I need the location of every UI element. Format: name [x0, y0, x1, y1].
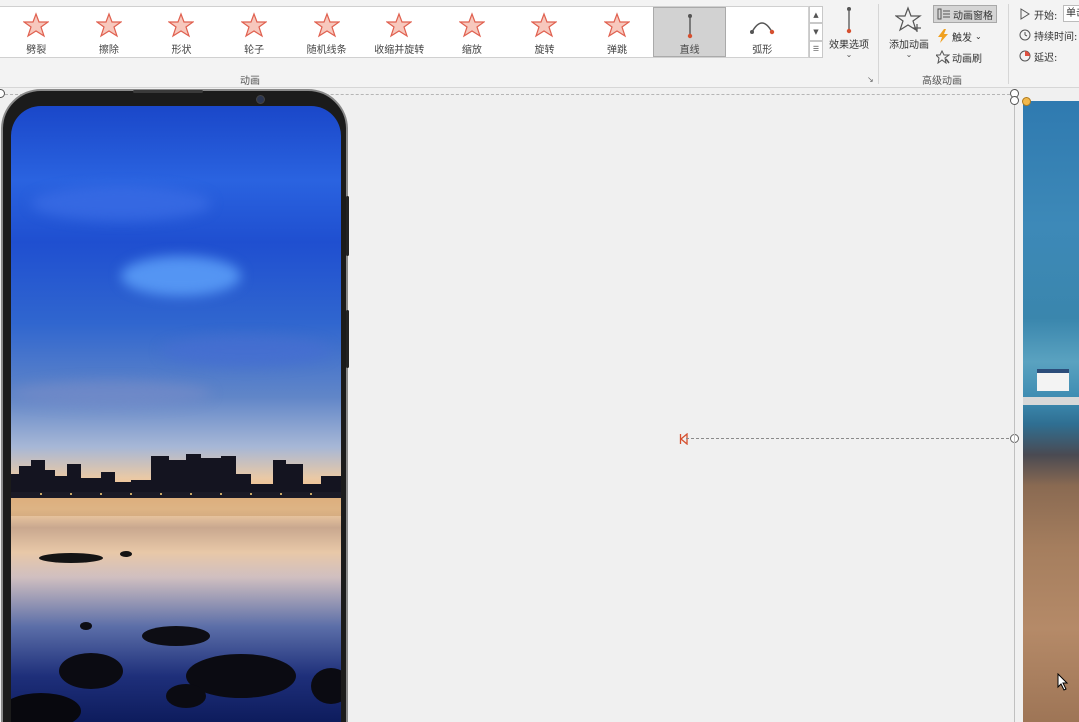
add-animation-star-icon: [895, 6, 922, 32]
chevron-down-icon: ⌄: [905, 50, 913, 59]
group-separator: [878, 4, 879, 84]
animation-painter-button[interactable]: 动画刷: [936, 48, 982, 66]
chevron-down-icon: ⌄: [975, 31, 982, 41]
gallery-scroll-down-button[interactable]: ▼: [809, 23, 823, 41]
animation-gallery-item-label: 旋转: [534, 45, 555, 56]
animation-gallery-item-label: 弹跳: [607, 45, 628, 56]
animation-gallery-item[interactable]: 直线: [653, 7, 726, 57]
mouse-cursor-icon: [1057, 673, 1069, 691]
phone-camera: [256, 95, 265, 104]
animation-gallery-item[interactable]: 弧形: [726, 7, 799, 57]
phone-image[interactable]: [1, 89, 348, 722]
animation-painter-icon: [936, 50, 950, 64]
phone-side-button: [346, 196, 349, 256]
motion-path-line[interactable]: [686, 438, 1014, 439]
beach-railing: [1023, 397, 1079, 405]
animation-gallery-item-label: 随机线条: [306, 45, 347, 56]
animation-gallery: 劈裂 擦除 形状 轮子 随机线条 收缩并旋转 缩放 旋转 弹跳 直线 弧形: [0, 6, 809, 58]
rotation-handle[interactable]: [1022, 97, 1031, 106]
chevron-down-icon: ⌄: [845, 50, 853, 59]
motion-path-start-marker-icon[interactable]: [679, 433, 688, 445]
split-star-icon: [22, 11, 50, 39]
gallery-scroll-up-button[interactable]: ▲: [809, 6, 823, 24]
add-animation-button[interactable]: 添加动画 ⌄: [885, 6, 933, 64]
animation-gallery-item[interactable]: 弹跳: [581, 7, 654, 57]
animation-gallery-item-label: 劈裂: [26, 45, 47, 56]
shape-star-icon: [167, 11, 195, 39]
trigger-label: 触发: [952, 32, 972, 44]
city-skyline: [11, 454, 341, 516]
start-label: 开始:: [1018, 5, 1057, 23]
beach-house: [1037, 369, 1069, 391]
bounce-star-icon: [603, 11, 631, 39]
wipe-star-icon: [95, 11, 123, 39]
arc-path-icon: [748, 11, 776, 39]
animation-gallery-item-label: 直线: [679, 45, 700, 56]
phone-speaker: [133, 90, 203, 93]
animation-gallery-item[interactable]: 擦除: [73, 7, 146, 57]
phone-screen-wallpaper: [11, 106, 341, 722]
animation-gallery-item-label: 收缩并旋转: [374, 45, 425, 56]
animation-gallery-item-label: 轮子: [244, 45, 265, 56]
random-bars-star-icon: [313, 11, 341, 39]
animation-gallery-item[interactable]: 旋转: [508, 7, 581, 57]
resize-handle[interactable]: [1010, 96, 1019, 105]
animations-ribbon: 劈裂 擦除 形状 轮子 随机线条 收缩并旋转 缩放 旋转 弹跳 直线 弧形 ▲ ▼ ☰ 动画 ↘ 效…: [0, 0, 1079, 88]
animation-gallery-item[interactable]: 随机线条: [290, 7, 363, 57]
shrink-turn-star-icon: [385, 11, 413, 39]
animation-group-label: 动画: [240, 76, 260, 87]
animation-gallery-item[interactable]: 劈裂: [0, 7, 73, 57]
gallery-more-button[interactable]: ☰: [809, 40, 823, 58]
lightning-icon: [936, 29, 950, 43]
animation-pane-label: 动画窗格: [953, 10, 993, 22]
add-animation-label: 添加动画: [889, 40, 929, 51]
trigger-button[interactable]: 触发 ⌄: [936, 27, 982, 45]
animation-gallery-item[interactable]: 形状: [145, 7, 218, 57]
animation-gallery-item-label: 缩放: [461, 45, 482, 56]
group-separator: [1008, 4, 1009, 84]
effect-options-icon: [846, 7, 852, 34]
clock-icon: [1018, 28, 1032, 42]
water-rocks: [11, 551, 341, 722]
zoom-star-icon: [458, 11, 486, 39]
animation-gallery-item[interactable]: 轮子: [218, 7, 291, 57]
effect-options-label: 效果选项: [829, 40, 869, 51]
slide-canvas[interactable]: [0, 88, 1079, 722]
delay-label: 延迟:: [1018, 47, 1057, 65]
play-icon: [1018, 7, 1032, 21]
animation-gallery-item-label: 弧形: [752, 45, 773, 56]
animation-gallery-item[interactable]: 缩放: [436, 7, 509, 57]
selection-edge: [1014, 94, 1015, 722]
animation-pane-button[interactable]: 动画窗格: [933, 5, 997, 23]
animation-dialog-launcher-icon[interactable]: ↘: [867, 75, 876, 84]
duration-label: 持续时间:: [1018, 26, 1077, 44]
animation-gallery-item[interactable]: 收缩并旋转: [363, 7, 436, 57]
gallery-scroll: ▲ ▼ ☰: [809, 6, 823, 58]
effect-options-button[interactable]: 效果选项 ⌄: [825, 6, 873, 66]
animation-gallery-item-label: 擦除: [98, 45, 119, 56]
resize-handle[interactable]: [0, 89, 5, 98]
animation-pane-icon: [937, 7, 951, 21]
spin-star-icon: [530, 11, 558, 39]
delay-clock-icon: [1018, 49, 1032, 63]
start-select[interactable]: 单击时: [1063, 5, 1079, 22]
line-path-icon: [676, 12, 704, 39]
animation-gallery-item-label: 形状: [171, 45, 192, 56]
beach-image[interactable]: [1023, 101, 1079, 722]
phone-side-button: [346, 310, 349, 368]
wheel-star-icon: [240, 11, 268, 39]
animation-painter-label: 动画刷: [952, 53, 982, 65]
advanced-animation-group-label: 高级动画: [922, 76, 962, 87]
